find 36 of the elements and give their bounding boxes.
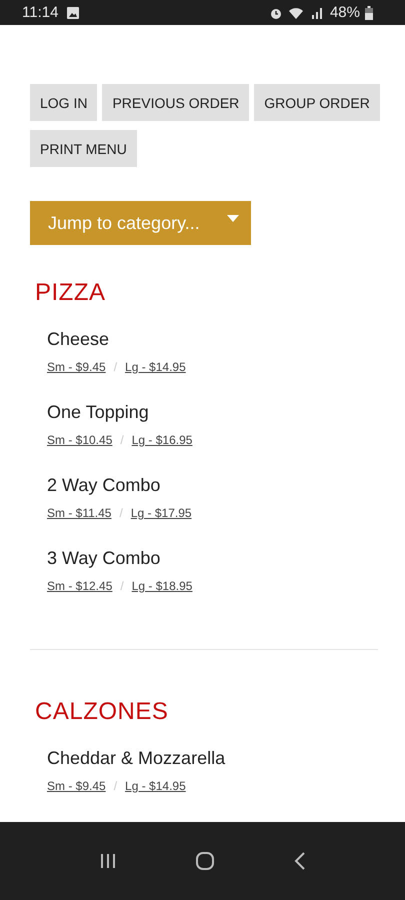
- price-link[interactable]: Lg - $17.95: [130, 506, 192, 520]
- price-separator: /: [114, 360, 118, 374]
- battery-level: 48%: [330, 4, 360, 21]
- price-link[interactable]: Sm - $9.45: [47, 779, 106, 793]
- menu-button[interactable]: PREVIOUS ORDER: [102, 84, 250, 121]
- item-name: One Topping: [47, 402, 150, 423]
- price-separator: /: [120, 433, 124, 447]
- wifi-icon: [288, 6, 306, 20]
- item-name: Cheddar & Mozzarella: [47, 748, 226, 769]
- price-separator: /: [114, 779, 118, 793]
- price-link[interactable]: Sm - $10.45: [47, 433, 112, 447]
- price-separator: /: [119, 506, 123, 520]
- price-link[interactable]: Sm - $12.45: [47, 579, 112, 593]
- price-link[interactable]: Lg - $14.95: [125, 779, 186, 793]
- menu-button[interactable]: GROUP ORDER: [254, 84, 380, 121]
- price-link[interactable]: Sm - $9.45: [47, 360, 106, 374]
- price-link[interactable]: Lg - $14.95: [125, 360, 186, 374]
- item-name: Cheese: [47, 329, 110, 350]
- recent-apps-icon[interactable]: [100, 853, 116, 869]
- back-icon[interactable]: [294, 852, 306, 870]
- item-name: 2 Way Combo: [47, 475, 162, 496]
- section-heading: PIZZA: [35, 279, 107, 307]
- price-link[interactable]: Sm - $11.45: [47, 506, 112, 520]
- image-icon: [67, 6, 80, 18]
- caret-icon: [227, 215, 239, 222]
- signal-icon: [310, 6, 325, 20]
- price-separator: /: [120, 579, 124, 593]
- menu-button[interactable]: PRINT MENU: [30, 130, 137, 167]
- home-icon[interactable]: [194, 851, 214, 871]
- section-heading: CALZONES: [35, 698, 170, 726]
- item-name: 3 Way Combo: [47, 548, 162, 569]
- price-link[interactable]: Lg - $18.95: [132, 579, 192, 593]
- status-time: 11:14: [22, 4, 58, 21]
- price-link[interactable]: Lg - $16.95: [132, 433, 192, 447]
- menu-button[interactable]: LOG IN: [30, 84, 98, 121]
- battery-icon: [365, 6, 373, 20]
